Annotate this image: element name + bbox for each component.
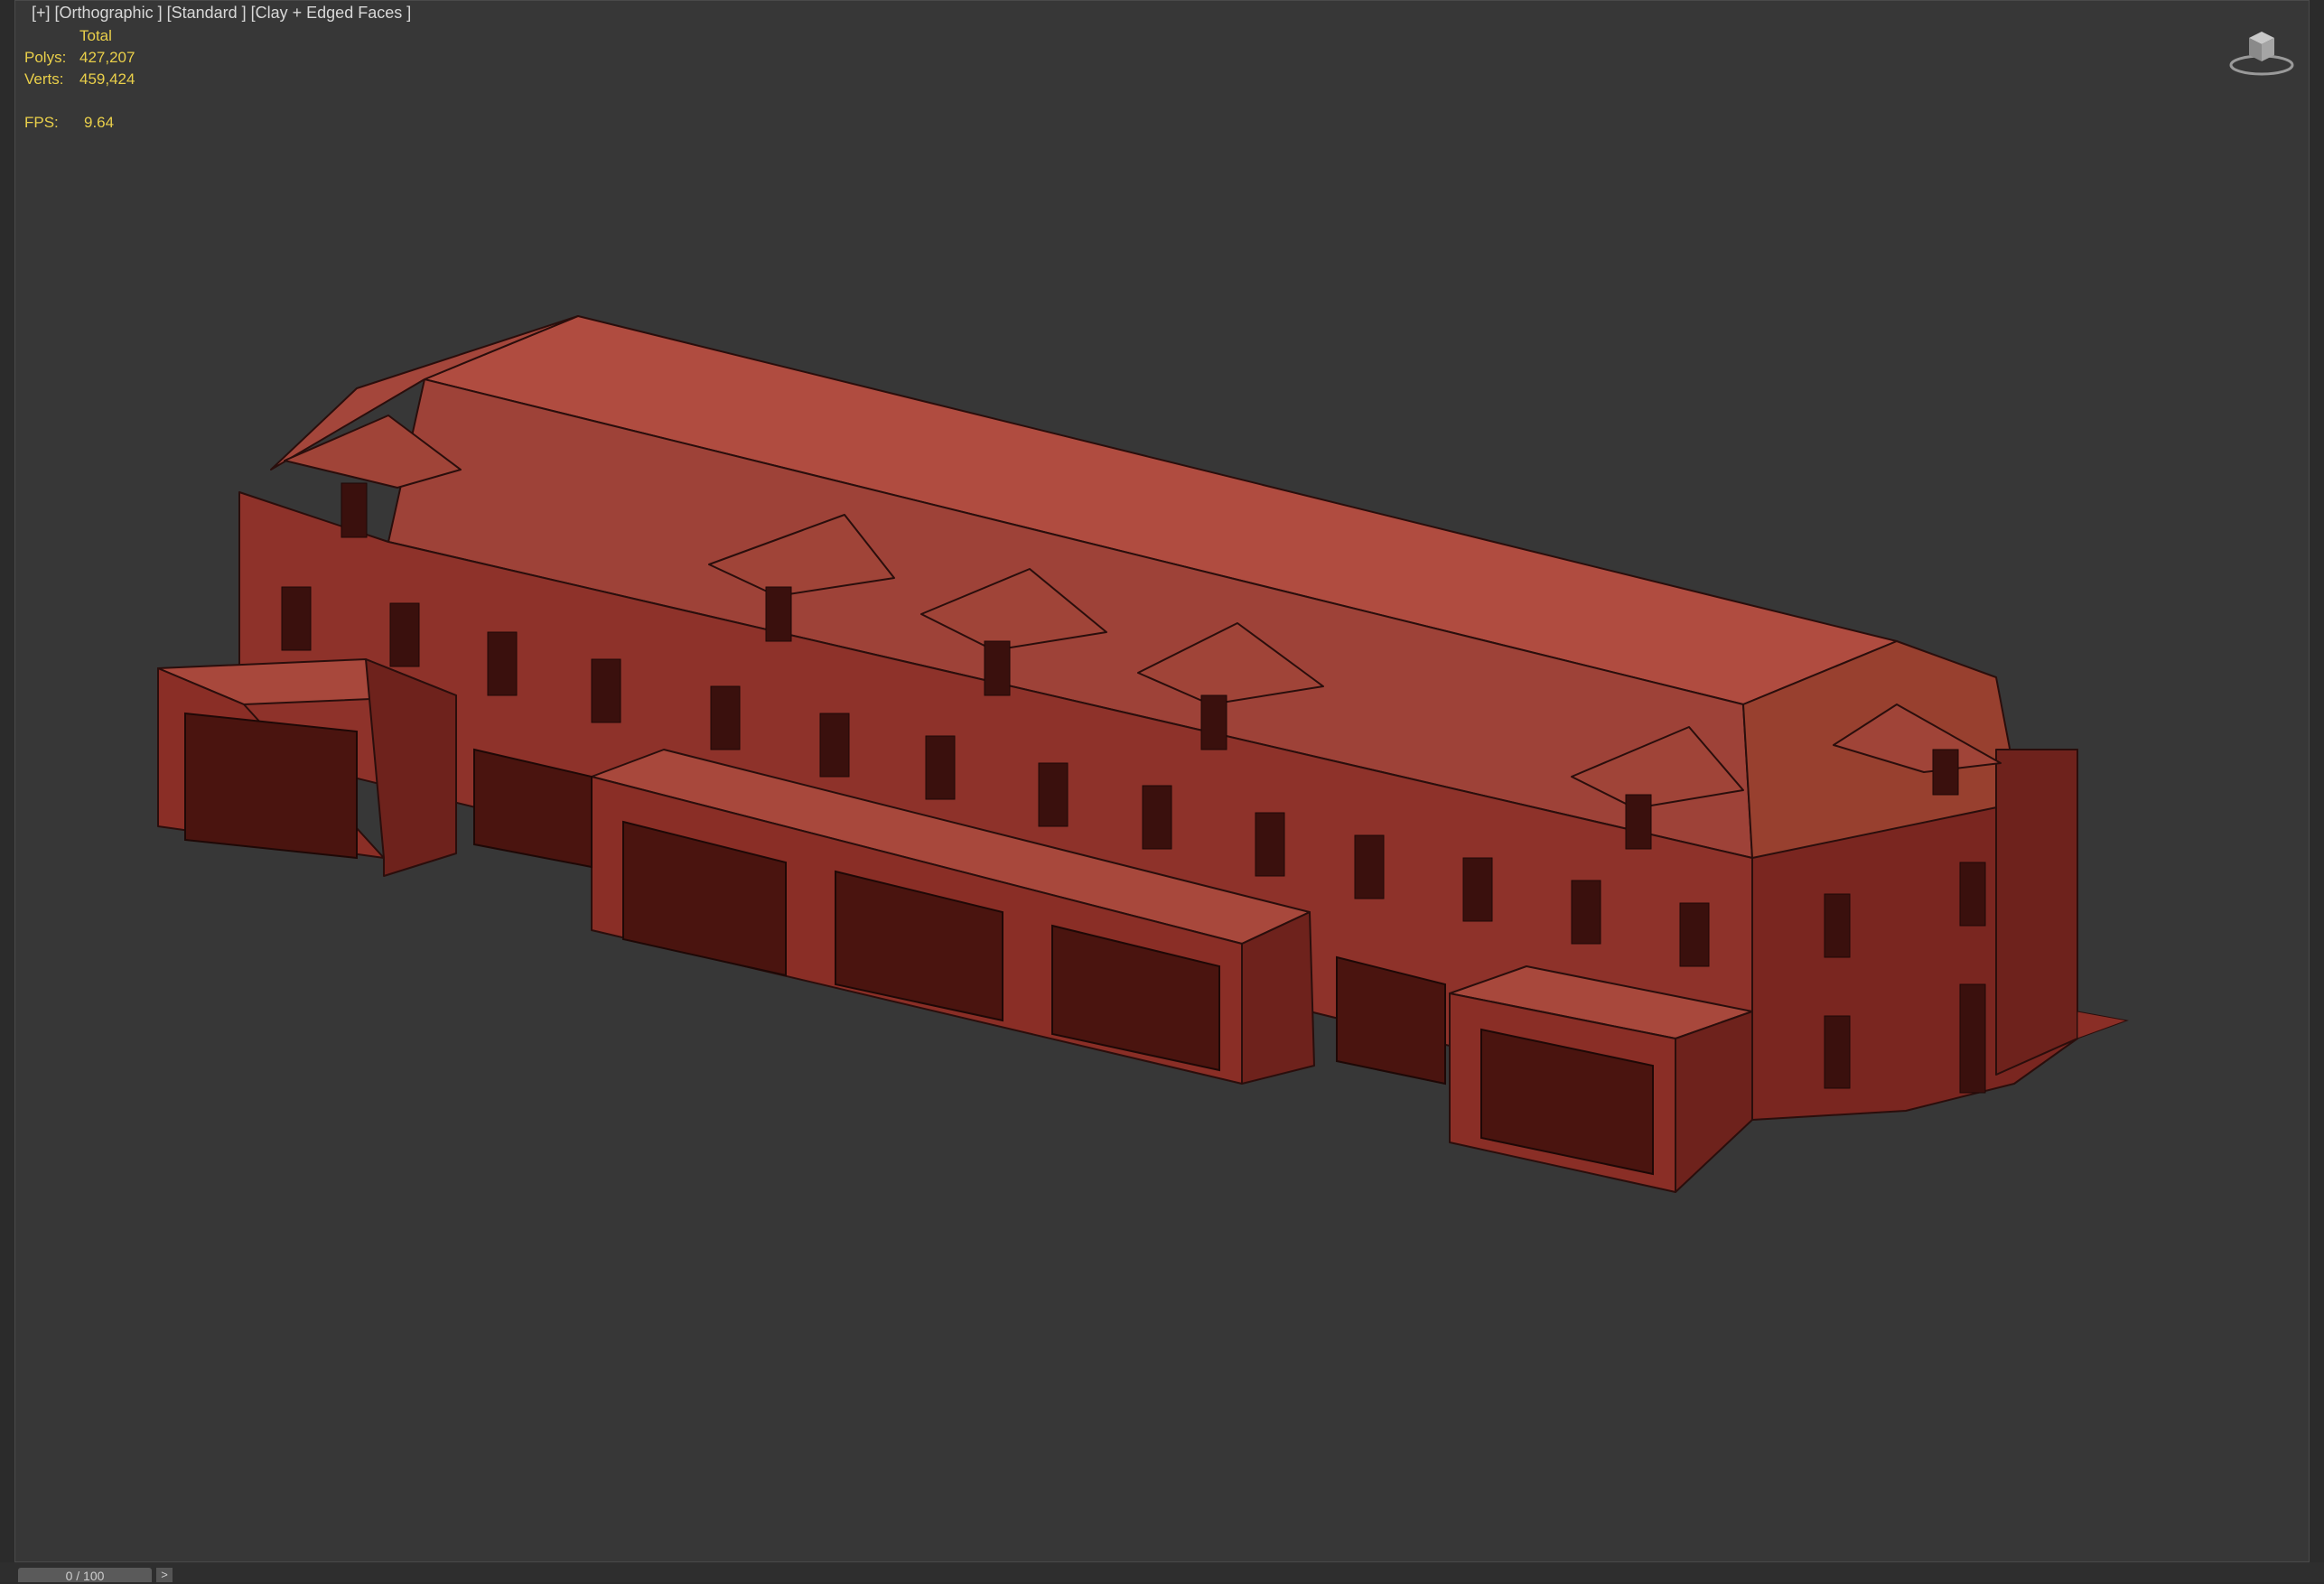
window [1824,893,1851,958]
window [1142,785,1172,850]
window [1255,812,1285,877]
window [389,602,420,667]
window [1200,694,1227,750]
garage-door [184,712,358,860]
window [1571,880,1601,945]
window [1038,762,1069,827]
window [487,631,518,696]
next-frame-button[interactable]: > [156,1568,173,1582]
window [765,586,792,642]
time-slider[interactable]: 0 / 100 [18,1568,152,1583]
window [984,640,1011,696]
porch-right-side [1675,1011,1753,1193]
window [710,685,741,750]
window [1824,1015,1851,1089]
window [1932,749,1959,796]
porch-left-side [365,658,457,877]
window [925,735,956,800]
window [341,482,368,538]
window [1462,857,1493,922]
building-model[interactable] [0,0,2324,1562]
ground-shadow [2077,1011,2129,1039]
window [1959,983,1986,1094]
window [591,658,621,723]
window [1679,902,1710,967]
window [1354,834,1385,899]
window [1625,794,1652,850]
window [1959,862,1986,927]
right-end-wall [1995,749,2078,1076]
timeline-bar: 0 / 100 > [0,1562,2324,1583]
window [281,586,312,651]
porch-center-side [1241,911,1315,1085]
window [819,713,850,778]
